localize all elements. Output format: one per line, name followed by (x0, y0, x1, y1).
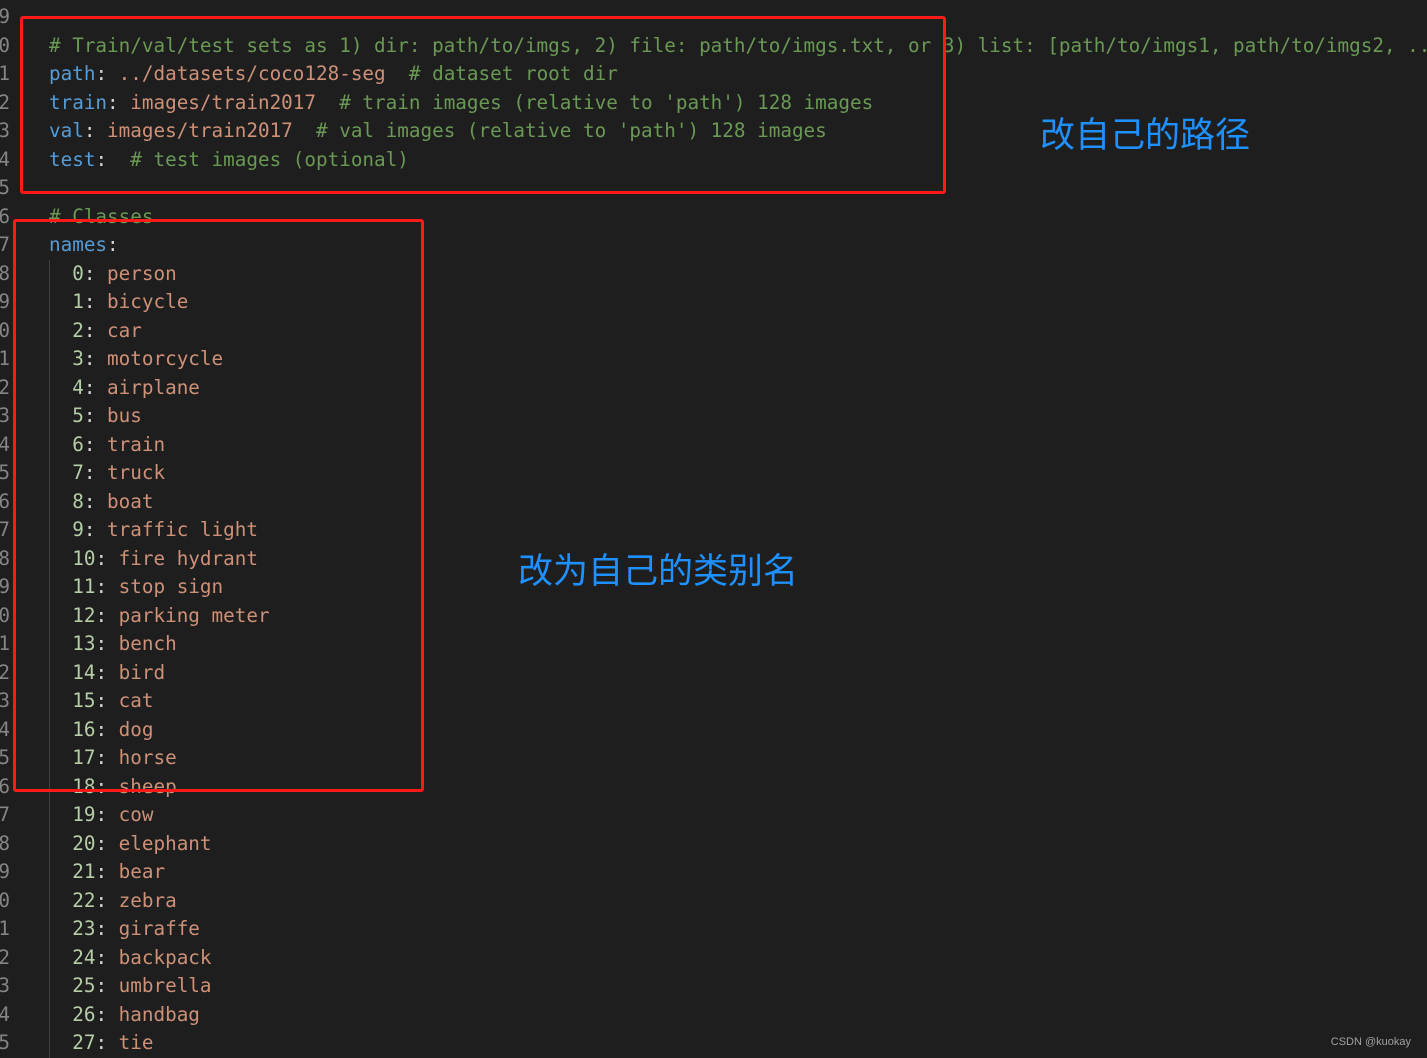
code-line[interactable]: 41 23: giraffe (0, 915, 1427, 944)
class-name: elephant (118, 831, 212, 855)
line-content: 25: umbrella (49, 974, 212, 997)
annotation-names-note: 改为自己的类别名 (518, 552, 799, 592)
line-number: 10 (0, 33, 10, 57)
class-index: 24 (49, 945, 96, 969)
line-number: 38 (0, 831, 10, 855)
line-number: 30 (0, 603, 10, 627)
line-content: 19: cow (49, 803, 154, 826)
class-index: 21 (49, 860, 96, 883)
class-index: 19 (49, 803, 96, 826)
class-index: 25 (49, 974, 96, 997)
code-line[interactable]: 45 27: tie (0, 1029, 1427, 1058)
watermark: CSDN @kuokay (1330, 1036, 1411, 1048)
class-index: 23 (49, 917, 96, 940)
line-number: 42 (0, 945, 10, 969)
line-number: 12 (0, 90, 10, 114)
class-name: bear (118, 860, 166, 883)
line-number: 17 (0, 233, 10, 256)
code-line[interactable]: 38 20: elephant (0, 830, 1427, 859)
line-number: 15 (0, 176, 10, 199)
class-name: backpack (118, 945, 212, 969)
class-name: giraffe (118, 917, 200, 940)
line-content: 24: backpack (49, 945, 212, 969)
class-name: tie (118, 1031, 154, 1054)
line-number: 25 (0, 461, 10, 484)
class-name: zebra (118, 888, 177, 912)
line-number: 41 (0, 917, 10, 940)
line-number: 45 (0, 1031, 10, 1054)
line-number: 21 (0, 347, 10, 370)
line-number: 16 (0, 204, 10, 228)
line-number: 23 (0, 404, 10, 427)
line-number: 18 (0, 261, 10, 285)
annotation-path-note: 改自己的路径 (1040, 116, 1251, 156)
line-content: 23: giraffe (49, 917, 200, 940)
highlight-box-names (13, 219, 424, 792)
highlight-box-paths (20, 16, 946, 194)
line-number: 24 (0, 432, 10, 456)
line-content: 20: elephant (49, 831, 212, 855)
line-number: 27 (0, 518, 10, 541)
line-number: 28 (0, 546, 10, 570)
line-number: 22 (0, 375, 10, 399)
code-line[interactable]: 42 24: backpack (0, 944, 1427, 973)
line-number: 13 (0, 119, 10, 142)
line-content: 26: handbag (49, 1002, 200, 1026)
line-number: 14 (0, 147, 10, 171)
class-name: cow (118, 803, 154, 826)
line-number: 43 (0, 974, 10, 997)
code-line[interactable]: 40 22: zebra (0, 887, 1427, 916)
class-name: umbrella (118, 974, 212, 997)
line-number: 9 (0, 5, 10, 28)
line-number: 26 (0, 489, 10, 513)
line-number: 44 (0, 1002, 10, 1026)
line-number: 36 (0, 774, 10, 798)
code-line[interactable]: 37 19: cow (0, 801, 1427, 830)
line-content: 22: zebra (49, 888, 177, 912)
class-index: 20 (49, 831, 96, 855)
line-content: 21: bear (49, 860, 166, 883)
class-index: 26 (49, 1002, 96, 1026)
line-number: 39 (0, 860, 10, 883)
line-number: 11 (0, 62, 10, 85)
line-number: 35 (0, 746, 10, 769)
class-index: 22 (49, 888, 96, 912)
class-index: 27 (49, 1031, 96, 1054)
code-line[interactable]: 43 25: umbrella (0, 972, 1427, 1001)
line-number: 40 (0, 888, 10, 912)
code-line[interactable]: 39 21: bear (0, 858, 1427, 887)
line-number: 34 (0, 717, 10, 741)
line-number: 29 (0, 575, 10, 598)
line-number: 33 (0, 689, 10, 712)
line-number: 20 (0, 318, 10, 342)
line-number: 32 (0, 660, 10, 684)
line-number: 37 (0, 803, 10, 826)
class-name: handbag (118, 1002, 200, 1026)
line-number: 19 (0, 290, 10, 313)
line-number: 31 (0, 632, 10, 655)
code-line[interactable]: 44 26: handbag (0, 1001, 1427, 1030)
line-content: 27: tie (49, 1031, 154, 1054)
